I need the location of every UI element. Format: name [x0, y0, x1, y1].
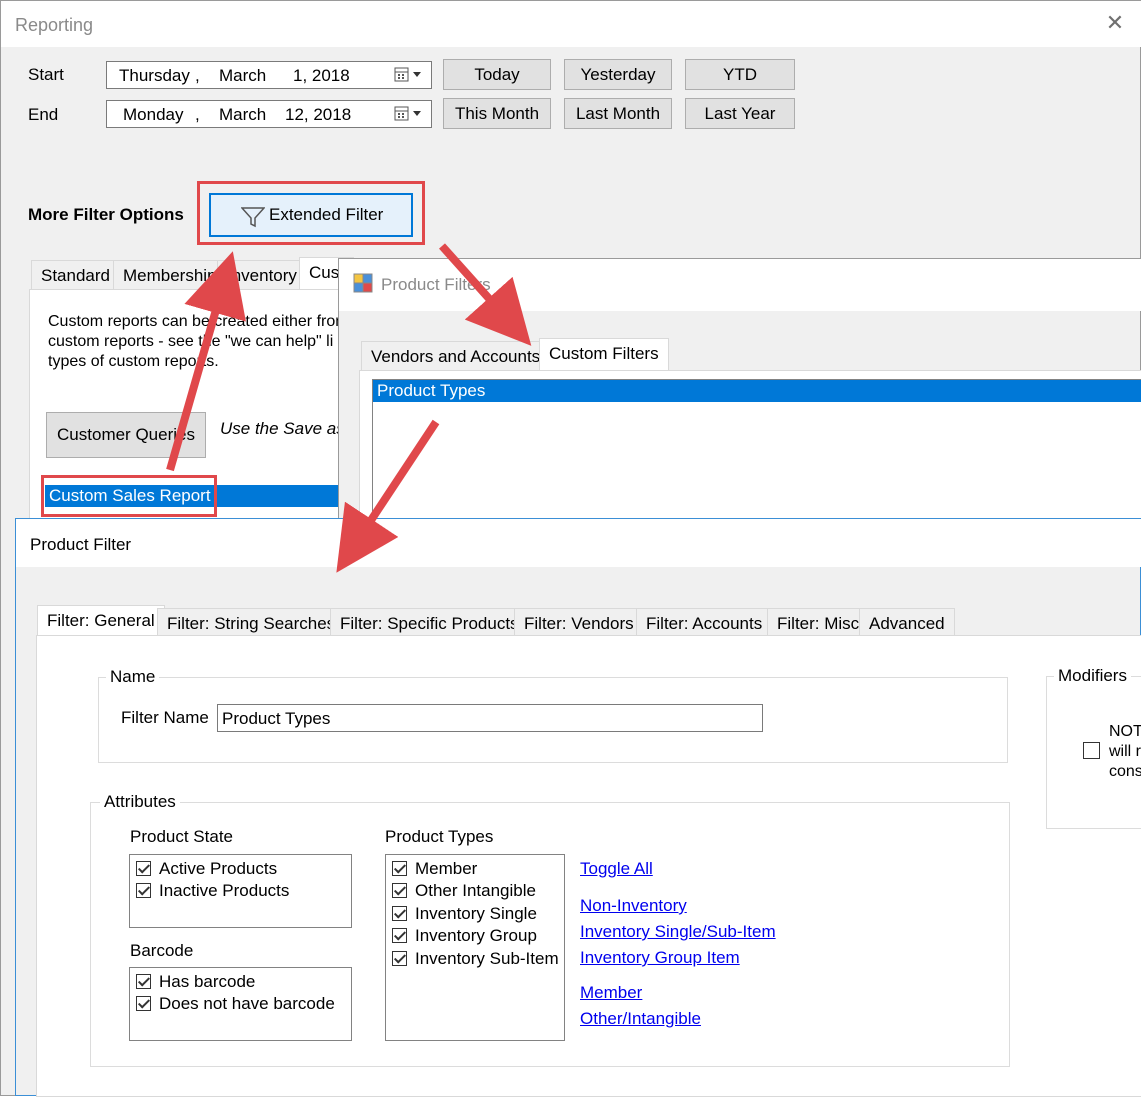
tab-membership[interactable]: Membership — [113, 260, 227, 290]
close-icon[interactable]: ✕ — [1105, 12, 1125, 34]
app-icon — [353, 273, 373, 293]
product-state-list[interactable]: Active Products Inactive Products — [129, 854, 352, 928]
product-filter-tabs: Filter: General Filter: String Searches … — [37, 605, 977, 638]
custom-sales-report-highlight — [41, 475, 217, 517]
inventory-single-sub-item-link[interactable]: Inventory Single/Sub-Item — [580, 922, 776, 942]
calendar-dropdown-icon[interactable] — [393, 66, 427, 84]
end-date-picker[interactable]: Monday , March 12, 2018 — [106, 100, 432, 128]
filter-name-label: Filter Name — [121, 708, 209, 727]
non-inventory-link[interactable]: Non-Inventory — [580, 896, 687, 916]
tab-filter-specific-products[interactable]: Filter: Specific Products — [330, 608, 529, 638]
product-filters-tabs: Vendors and Accounts Custom Filters — [361, 338, 861, 371]
last-month-button[interactable]: Last Month — [564, 98, 672, 129]
end-label: End — [28, 105, 59, 124]
start-comma: , — [195, 66, 200, 85]
inventory-single-checkbox[interactable] — [392, 906, 407, 921]
product-types-list-item[interactable]: Product Types — [373, 380, 1141, 402]
member-checkbox[interactable] — [392, 861, 407, 876]
barcode-list[interactable]: Has barcode Does not have barcode — [129, 967, 352, 1041]
window-title: Reporting — [15, 15, 94, 35]
tab-filter-accounts[interactable]: Filter: Accounts — [636, 608, 773, 638]
no-barcode-checkbox[interactable] — [136, 996, 151, 1011]
tab-filter-misc[interactable]: Filter: Misc — [767, 608, 870, 638]
filter-name-input[interactable]: Product Types — [217, 704, 763, 732]
start-day-year: 1, 2018 — [293, 66, 350, 85]
product-state-label: Product State — [130, 827, 234, 846]
product-types-list[interactable]: Member Other Intangible Inventory Single… — [385, 854, 565, 1041]
name-group-title: Name — [106, 667, 160, 687]
inventory-sub-item-option[interactable]: Inventory Sub-Item — [392, 949, 559, 971]
product-types-label: Product Types — [385, 827, 494, 846]
custom-reports-description: Custom reports can be created either fro… — [48, 313, 349, 370]
customer-queries-button[interactable]: Customer Queries — [46, 412, 206, 458]
this-month-button[interactable]: This Month — [443, 98, 551, 129]
inventory-group-checkbox[interactable] — [392, 928, 407, 943]
last-year-button[interactable]: Last Year — [685, 98, 795, 129]
funnel-icon — [241, 207, 265, 228]
filter-name-value: Product Types — [222, 709, 331, 728]
tab-inventory[interactable]: Inventory — [217, 260, 307, 290]
has-barcode-option[interactable]: Has barcode — [136, 972, 255, 994]
extended-filter-button[interactable]: Extended Filter — [209, 193, 413, 237]
not-modifier-checkbox[interactable] — [1083, 742, 1100, 759]
reporting-tabs: Standard Membership Inventory Cust — [31, 257, 354, 290]
other-intangible-option[interactable]: Other Intangible — [392, 881, 536, 903]
product-filter-window: Product Filter Filter: General Filter: S… — [15, 518, 1141, 1097]
tab-advanced[interactable]: Advanced — [859, 608, 955, 638]
inactive-products-checkbox[interactable] — [136, 883, 151, 898]
today-button[interactable]: Today — [443, 59, 551, 90]
has-barcode-checkbox[interactable] — [136, 974, 151, 989]
toggle-all-link[interactable]: Toggle All — [580, 859, 653, 879]
attributes-group-title: Attributes — [100, 792, 180, 812]
tab-filter-vendors[interactable]: Filter: Vendors — [514, 608, 644, 638]
other-intangible-link[interactable]: Other/Intangible — [580, 1009, 701, 1029]
barcode-label: Barcode — [130, 941, 194, 960]
member-option[interactable]: Member — [392, 859, 477, 881]
start-date-picker[interactable]: Thursday , March 1, 2018 — [106, 61, 432, 89]
active-products-checkbox[interactable] — [136, 861, 151, 876]
product-filter-titlebar — [16, 519, 1141, 567]
ytd-button[interactable]: YTD — [685, 59, 795, 90]
start-month: March — [219, 66, 267, 85]
tab-custom-filters[interactable]: Custom Filters — [539, 338, 669, 371]
end-month: March — [219, 105, 267, 124]
inventory-single-option[interactable]: Inventory Single — [392, 904, 537, 926]
extended-filter-label: Extended Filter — [269, 205, 384, 224]
product-filters-window: Product Filters Vendors and Accounts Cus… — [338, 258, 1141, 521]
member-link[interactable]: Member — [580, 983, 642, 1003]
start-label: Start — [28, 65, 64, 84]
active-products-option[interactable]: Active Products — [136, 859, 277, 881]
end-weekday: Monday — [123, 105, 184, 124]
calendar-dropdown-icon[interactable] — [393, 105, 427, 123]
no-barcode-option[interactable]: Does not have barcode — [136, 994, 335, 1016]
tab-filter-general[interactable]: Filter: General — [37, 605, 165, 638]
custom-filters-list[interactable]: Product Types — [372, 379, 1141, 521]
product-filter-title: Product Filter — [30, 535, 132, 554]
tab-filter-string-searches[interactable]: Filter: String Searches — [157, 608, 346, 638]
end-comma: , — [195, 105, 200, 124]
tab-vendors-and-accounts[interactable]: Vendors and Accounts — [361, 341, 551, 371]
tab-standard[interactable]: Standard — [31, 260, 120, 290]
other-intangible-checkbox[interactable] — [392, 883, 407, 898]
inventory-group-item-link[interactable]: Inventory Group Item — [580, 948, 740, 968]
save-as-hint: Use the Save as — [220, 419, 345, 438]
start-weekday: Thursday — [119, 66, 190, 85]
product-filters-title: Product Filters — [381, 275, 491, 294]
modifiers-group-title: Modifiers — [1054, 666, 1131, 686]
yesterday-button[interactable]: Yesterday — [564, 59, 672, 90]
more-filter-options-label: More Filter Options — [28, 205, 184, 224]
inactive-products-option[interactable]: Inactive Products — [136, 881, 289, 903]
end-day-year: 12, 2018 — [285, 105, 352, 124]
inventory-group-option[interactable]: Inventory Group — [392, 926, 537, 948]
modifier-text: NOT will r cons — [1109, 723, 1141, 780]
reporting-titlebar — [1, 1, 1141, 47]
inventory-sub-item-checkbox[interactable] — [392, 951, 407, 966]
